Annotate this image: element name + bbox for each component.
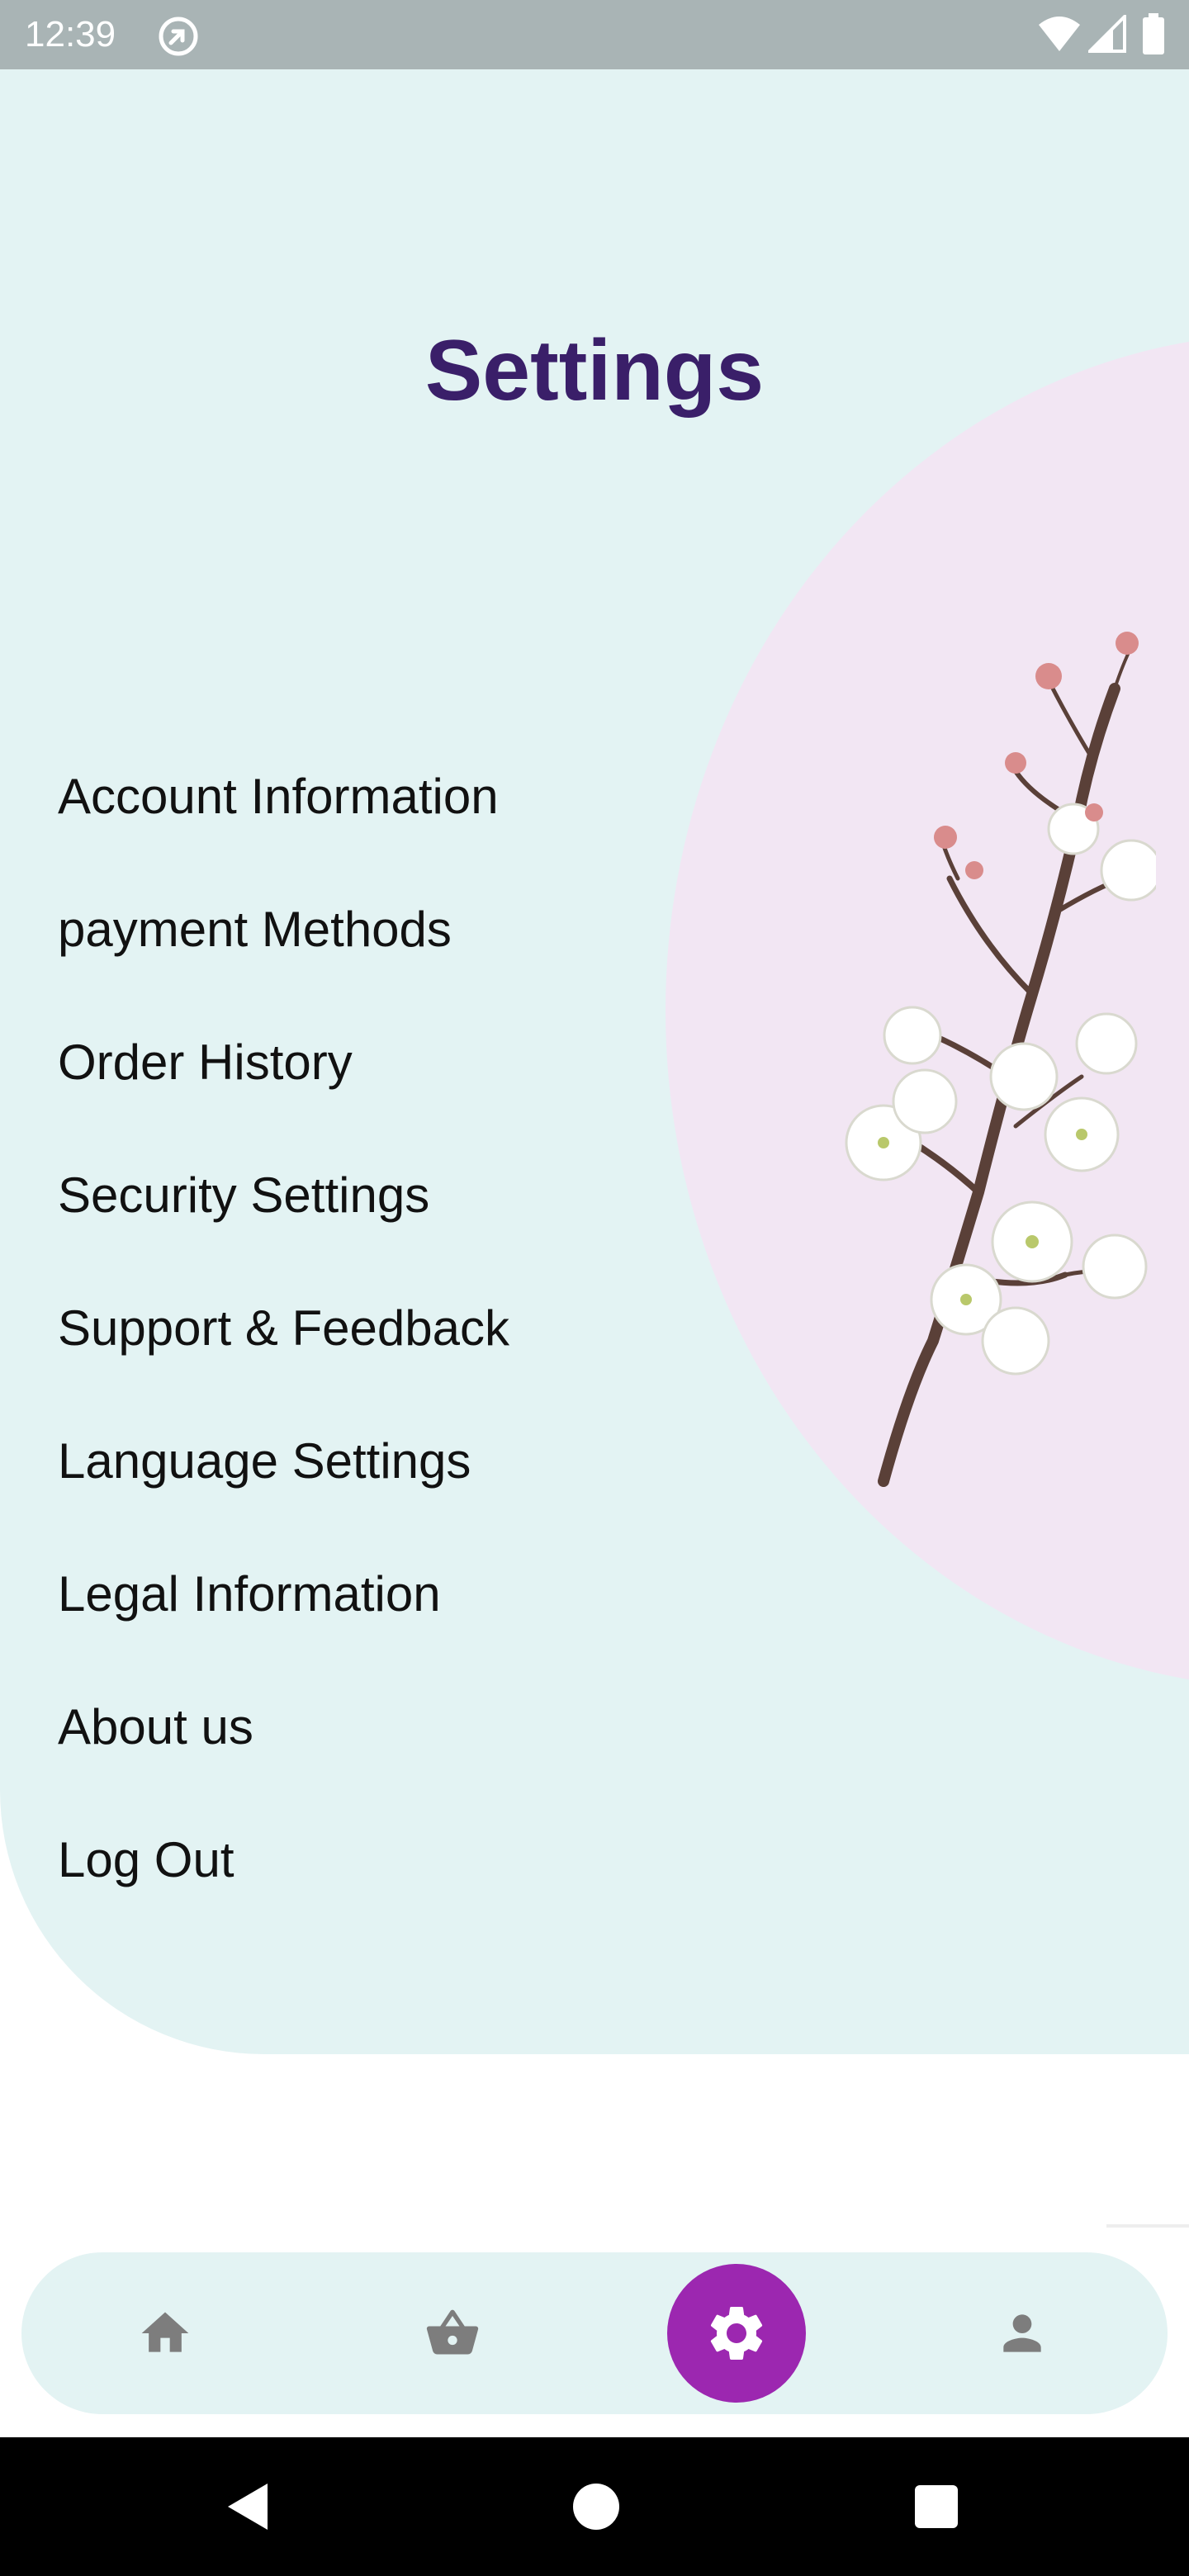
system-nav-bar: [0, 2437, 1189, 2576]
nav-basket-button[interactable]: [395, 2275, 510, 2391]
cherry-blossom-image: [845, 632, 1156, 1487]
menu-item-account-information[interactable]: Account Information: [58, 730, 509, 863]
app-notification-icon: [159, 17, 198, 56]
bottom-nav: [21, 2252, 1168, 2414]
divider: [1106, 2224, 1189, 2228]
signal-icon: [1088, 15, 1126, 53]
page-title: Settings: [424, 323, 765, 419]
recents-square-icon[interactable]: [915, 2485, 958, 2528]
basket-icon: [426, 2309, 479, 2355]
nav-profile-button[interactable]: [964, 2275, 1080, 2391]
status-bar: 12:39: [0, 0, 1189, 69]
menu-item-security-settings[interactable]: Security Settings: [58, 1129, 509, 1262]
home-circle-icon[interactable]: [573, 2484, 619, 2530]
wifi-icon: [1039, 17, 1080, 51]
menu-item-order-history[interactable]: Order History: [58, 996, 509, 1129]
home-icon: [141, 2312, 189, 2352]
status-time: 12:39: [25, 14, 116, 54]
menu-item-payment-methods[interactable]: payment Methods: [58, 863, 509, 996]
settings-panel: Settings Account Information payment Met…: [0, 69, 1189, 2054]
nav-settings-button[interactable]: [667, 2264, 806, 2403]
menu-item-support-feedback[interactable]: Support & Feedback: [58, 1262, 509, 1395]
gear-icon: [710, 2307, 763, 2360]
nav-home-button[interactable]: [107, 2275, 223, 2391]
person-icon: [1003, 2314, 1041, 2352]
menu-item-about-us[interactable]: About us: [58, 1660, 509, 1793]
menu-item-legal-information[interactable]: Legal Information: [58, 1527, 509, 1660]
battery-icon: [1143, 13, 1164, 54]
menu-item-language-settings[interactable]: Language Settings: [58, 1395, 509, 1527]
menu-item-log-out[interactable]: Log Out: [58, 1793, 509, 1926]
back-icon[interactable]: [221, 2477, 281, 2536]
settings-menu: Account Information payment Methods Orde…: [58, 730, 509, 1926]
